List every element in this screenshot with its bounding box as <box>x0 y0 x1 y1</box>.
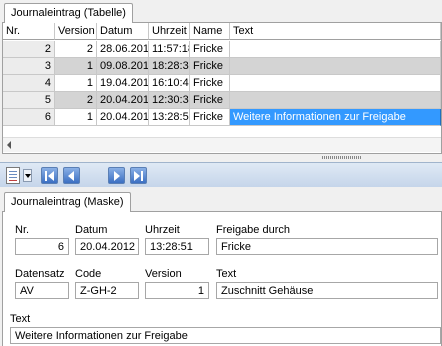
cell-version: 1 <box>55 75 97 92</box>
cell-nr: 3 <box>3 58 55 75</box>
cell-datum: 28.06.2011 <box>97 41 149 58</box>
datensatz-field[interactable]: AV <box>15 282 69 299</box>
column-header-nr[interactable]: Nr. <box>3 23 55 40</box>
datum-field[interactable]: 20.04.2012 <box>75 238 139 255</box>
cell-nr: 4 <box>3 75 55 92</box>
last-record-icon <box>134 171 140 181</box>
cell-uhrzeit: 18:28:35 <box>149 58 190 75</box>
column-header-version[interactable]: Version <box>55 23 97 40</box>
column-header-uhrzeit[interactable]: Uhrzeit <box>149 23 190 40</box>
dropdown-arrow-icon[interactable] <box>23 169 32 182</box>
column-header-text[interactable]: Text <box>230 23 441 40</box>
splitter-grip-icon[interactable] <box>322 156 362 159</box>
last-record-button[interactable] <box>130 167 147 184</box>
journal-table-panel: Nr. Version Datum Uhrzeit Name Text 2 2 … <box>2 22 442 154</box>
nr-field[interactable]: 6 <box>15 238 69 255</box>
freigabe-label: Freigabe durch <box>216 224 290 236</box>
cell-datum: 20.04.2012 <box>97 109 149 126</box>
cell-text <box>230 41 441 58</box>
version-field[interactable]: 1 <box>145 282 209 299</box>
cell-name: Fricke <box>190 109 230 126</box>
cell-nr: 2 <box>3 41 55 58</box>
horizontal-scrollbar[interactable] <box>3 137 441 152</box>
text-label: Text <box>216 268 237 280</box>
code-label: Code <box>75 268 102 280</box>
cell-text-selected[interactable]: Weitere Informationen zur Freigabe <box>230 109 441 126</box>
column-header-name[interactable]: Name <box>190 23 230 40</box>
navigation-toolbar <box>0 162 442 187</box>
cell-uhrzeit: 12:30:30 <box>149 92 190 109</box>
cell-uhrzeit: 11:57:18 <box>149 41 190 58</box>
document-menu-icon[interactable] <box>6 167 20 184</box>
table-row[interactable]: 4 1 19.04.2012 16:10:43 Fricke <box>3 75 441 92</box>
top-tabstrip: Journaleintrag (Tabelle) <box>0 0 442 23</box>
cell-nr: 6 <box>3 109 55 126</box>
journal-form-panel: Nr. 6 Datum 20.04.2012 Uhrzeit 13:28:51 … <box>2 211 442 346</box>
table-row[interactable]: 3 1 09.08.2011 18:28:35 Fricke <box>3 58 441 75</box>
cell-uhrzeit: 16:10:43 <box>149 75 190 92</box>
tab-journal-table[interactable]: Journaleintrag (Tabelle) <box>4 3 133 23</box>
datum-label: Datum <box>75 224 108 236</box>
cell-name: Fricke <box>190 41 230 58</box>
version-label: Version <box>145 268 182 280</box>
cell-text <box>230 75 441 92</box>
cell-nr: 5 <box>3 92 55 109</box>
cell-datum: 19.04.2012 <box>97 75 149 92</box>
cell-name: Fricke <box>190 92 230 109</box>
cell-uhrzeit: 13:28:51 <box>149 109 190 126</box>
tab-journal-mask[interactable]: Journaleintrag (Maske) <box>4 192 131 212</box>
next-record-icon <box>114 171 120 181</box>
text2-label: Text <box>10 313 31 325</box>
cell-text <box>230 92 441 109</box>
table-row-selected[interactable]: 6 1 20.04.2012 13:28:51 Fricke Weitere I… <box>3 109 441 126</box>
previous-record-icon <box>68 171 74 181</box>
cell-version: 1 <box>55 58 97 75</box>
uhrzeit-field[interactable]: 13:28:51 <box>145 238 209 255</box>
nr-label: Nr. <box>15 224 30 236</box>
datensatz-label: Datensatz <box>15 268 65 280</box>
bottom-tabstrip: Journaleintrag (Maske) <box>0 189 442 212</box>
text-field[interactable]: Zuschnitt Gehäuse <box>216 282 438 299</box>
cell-version: 1 <box>55 109 97 126</box>
table-row[interactable]: 5 2 20.04.2012 12:30:30 Fricke <box>3 92 441 109</box>
cell-version: 2 <box>55 92 97 109</box>
text2-field[interactable]: Weitere Informationen zur Freigabe <box>10 327 441 344</box>
table-header-row: Nr. Version Datum Uhrzeit Name Text <box>3 23 441 40</box>
cell-name: Fricke <box>190 75 230 92</box>
scroll-left-arrow-icon[interactable] <box>7 141 11 149</box>
cell-version: 2 <box>55 41 97 58</box>
column-header-datum[interactable]: Datum <box>97 23 149 40</box>
cell-name: Fricke <box>190 58 230 75</box>
cell-datum: 09.08.2011 <box>97 58 149 75</box>
panel-splitter[interactable] <box>0 154 442 162</box>
cell-datum: 20.04.2012 <box>97 92 149 109</box>
first-record-icon <box>48 171 54 181</box>
first-record-button[interactable] <box>41 167 58 184</box>
code-field[interactable]: Z-GH-2 <box>75 282 139 299</box>
next-record-button[interactable] <box>108 167 125 184</box>
previous-record-button[interactable] <box>63 167 80 184</box>
uhrzeit-label: Uhrzeit <box>145 224 180 236</box>
table-row[interactable]: 2 2 28.06.2011 11:57:18 Fricke <box>3 41 441 58</box>
freigabe-field[interactable]: Fricke <box>216 238 438 255</box>
cell-text <box>230 58 441 75</box>
